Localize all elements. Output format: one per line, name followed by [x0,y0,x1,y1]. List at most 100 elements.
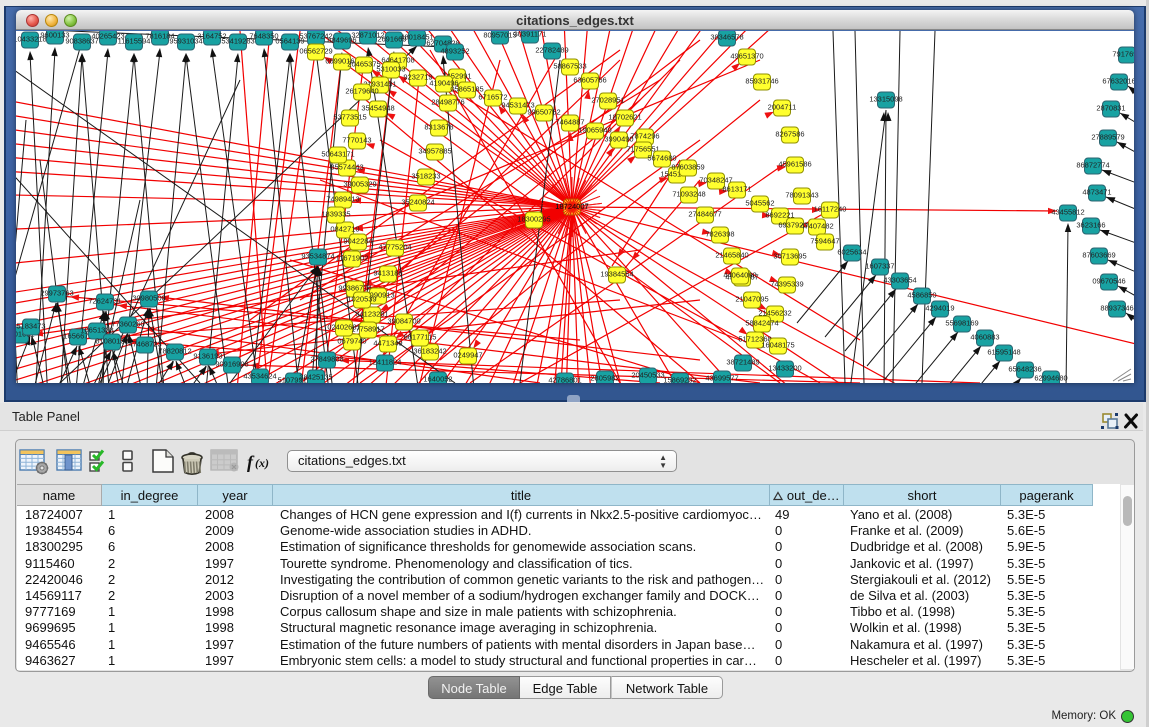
svg-text:26179640: 26179640 [345,87,378,96]
svg-text:50643171: 50643171 [321,150,354,159]
svg-text:34957885: 34957885 [418,147,451,156]
svg-text:27028951: 27028951 [591,96,624,105]
svg-text:39005329: 39005329 [343,180,376,189]
svg-text:85574443: 85574443 [330,163,363,172]
svg-text:77360260: 77360260 [111,320,144,329]
svg-text:29973763: 29973763 [40,289,73,298]
svg-text:09670546: 09670546 [1092,277,1125,286]
svg-text:15869232: 15869232 [663,376,696,385]
svg-text:45961586: 45961586 [778,160,811,169]
svg-text:11671902: 11671902 [336,254,369,263]
svg-text:7917693: 7917693 [1112,50,1141,59]
svg-text:47407482: 47407482 [800,222,833,231]
svg-text:43534624: 43534624 [243,372,276,381]
svg-text:3990490: 3990490 [604,135,633,144]
svg-text:19065940: 19065940 [578,126,611,135]
svg-text:1640052: 1640052 [423,375,452,384]
svg-text:16117240: 16117240 [814,205,847,214]
svg-text:21465840: 21465840 [715,251,748,260]
svg-text:7594647: 7594647 [810,237,839,246]
svg-text:13433200: 13433200 [768,364,801,373]
svg-text:2004711: 2004711 [768,103,797,112]
svg-text:8313678: 8313678 [424,123,453,132]
svg-text:21047095: 21047095 [735,295,768,304]
svg-text:62994680: 62994680 [1034,374,1067,383]
svg-text:7770143: 7770143 [342,136,371,145]
svg-text:06562729: 06562729 [299,47,332,56]
svg-text:36183242: 36183242 [413,347,446,356]
svg-text:61595148: 61595148 [987,348,1020,357]
svg-text:4586850: 4586850 [907,291,936,300]
svg-text:4294019: 4294019 [925,304,954,313]
svg-text:90916998: 90916998 [215,360,248,369]
svg-text:38425135: 38425135 [299,373,332,382]
svg-text:80957015: 80957015 [483,31,516,40]
svg-text:22782489: 22782489 [535,46,568,55]
svg-text:12411824: 12411824 [369,358,402,367]
svg-text:74395339: 74395339 [770,280,803,289]
svg-text:2870831: 2870831 [1096,104,1125,113]
svg-text:87603859: 87603859 [671,163,704,172]
svg-text:18300295: 18300295 [517,215,550,224]
svg-text:1020539: 1020539 [347,295,376,304]
svg-text:72624731: 72624731 [88,297,121,306]
svg-text:86872774: 86872774 [1076,161,1109,170]
svg-text:30980500: 30980500 [132,294,165,303]
svg-text:5674680: 5674680 [647,154,676,163]
svg-text:42786801: 42786801 [548,376,581,385]
svg-text:8613171: 8613171 [722,185,751,194]
svg-text:f: f [247,452,255,472]
svg-text:85931746: 85931746 [745,77,778,86]
svg-text:81080132: 81080132 [95,337,128,346]
svg-text:43303654: 43303654 [883,276,916,285]
svg-text:58867533: 58867533 [553,62,586,71]
svg-text:53773515: 53773515 [333,113,366,122]
svg-text:4893252: 4893252 [440,47,469,56]
svg-text:5310033: 5310033 [376,65,405,74]
svg-text:88937346: 88937346 [1100,304,1133,313]
svg-text:7648350: 7648350 [249,32,278,41]
svg-text:35240824: 35240824 [401,198,434,207]
svg-text:4471349: 4471349 [373,339,402,348]
svg-text:27484677: 27484677 [688,210,721,219]
svg-text:9042284: 9042284 [343,237,372,246]
svg-text:19384554: 19384554 [600,270,633,279]
svg-text:93534874: 93534874 [301,252,334,261]
svg-text:9232719: 9232719 [403,73,432,82]
svg-text:38721489: 38721489 [726,358,759,367]
svg-text:16048175: 16048175 [761,341,794,350]
svg-text:47775204: 47775204 [378,243,411,252]
svg-text:13315098: 13315098 [869,95,902,104]
svg-text:7826398: 7826398 [705,230,734,239]
svg-text:70348247: 70348247 [699,176,732,185]
svg-text:67632016: 67632016 [1102,77,1135,86]
svg-text:63605766: 63605766 [573,76,606,85]
svg-text:0842710: 0842710 [330,225,359,234]
svg-text:78091343: 78091343 [785,191,818,200]
svg-text:28498776: 28498776 [431,98,464,107]
svg-text:99650752: 99650752 [527,108,560,117]
svg-text:20450533: 20450533 [631,371,664,380]
svg-text:9413186: 9413186 [373,269,402,278]
svg-text:10651333: 10651333 [80,326,113,335]
svg-text:74989413: 74989413 [326,195,359,204]
svg-text:8267586: 8267586 [775,130,804,139]
svg-text:(x): (x) [255,456,269,470]
svg-text:47468723: 47468723 [128,340,161,349]
svg-text:43455812: 43455812 [1051,208,1084,217]
svg-text:4873471: 4873471 [1082,188,1111,197]
svg-text:78820812: 78820812 [158,347,191,356]
svg-text:35454948: 35454948 [361,104,394,113]
svg-text:71093248: 71093248 [672,190,705,199]
svg-text:3518233: 3518233 [411,172,440,181]
svg-text:65648236: 65648236 [1008,365,1041,374]
svg-text:43699577: 43699577 [705,374,738,383]
svg-text:7874296: 7874296 [630,132,659,141]
svg-text:5045562: 5045562 [745,199,774,208]
svg-text:49651370: 49651370 [730,52,763,61]
svg-text:55698169: 55698169 [945,319,978,328]
svg-text:18702621: 18702621 [608,113,641,122]
svg-text:27889579: 27889579 [1091,133,1124,142]
svg-text:30391171: 30391171 [514,30,547,39]
svg-text:0249947: 0249947 [453,351,482,360]
